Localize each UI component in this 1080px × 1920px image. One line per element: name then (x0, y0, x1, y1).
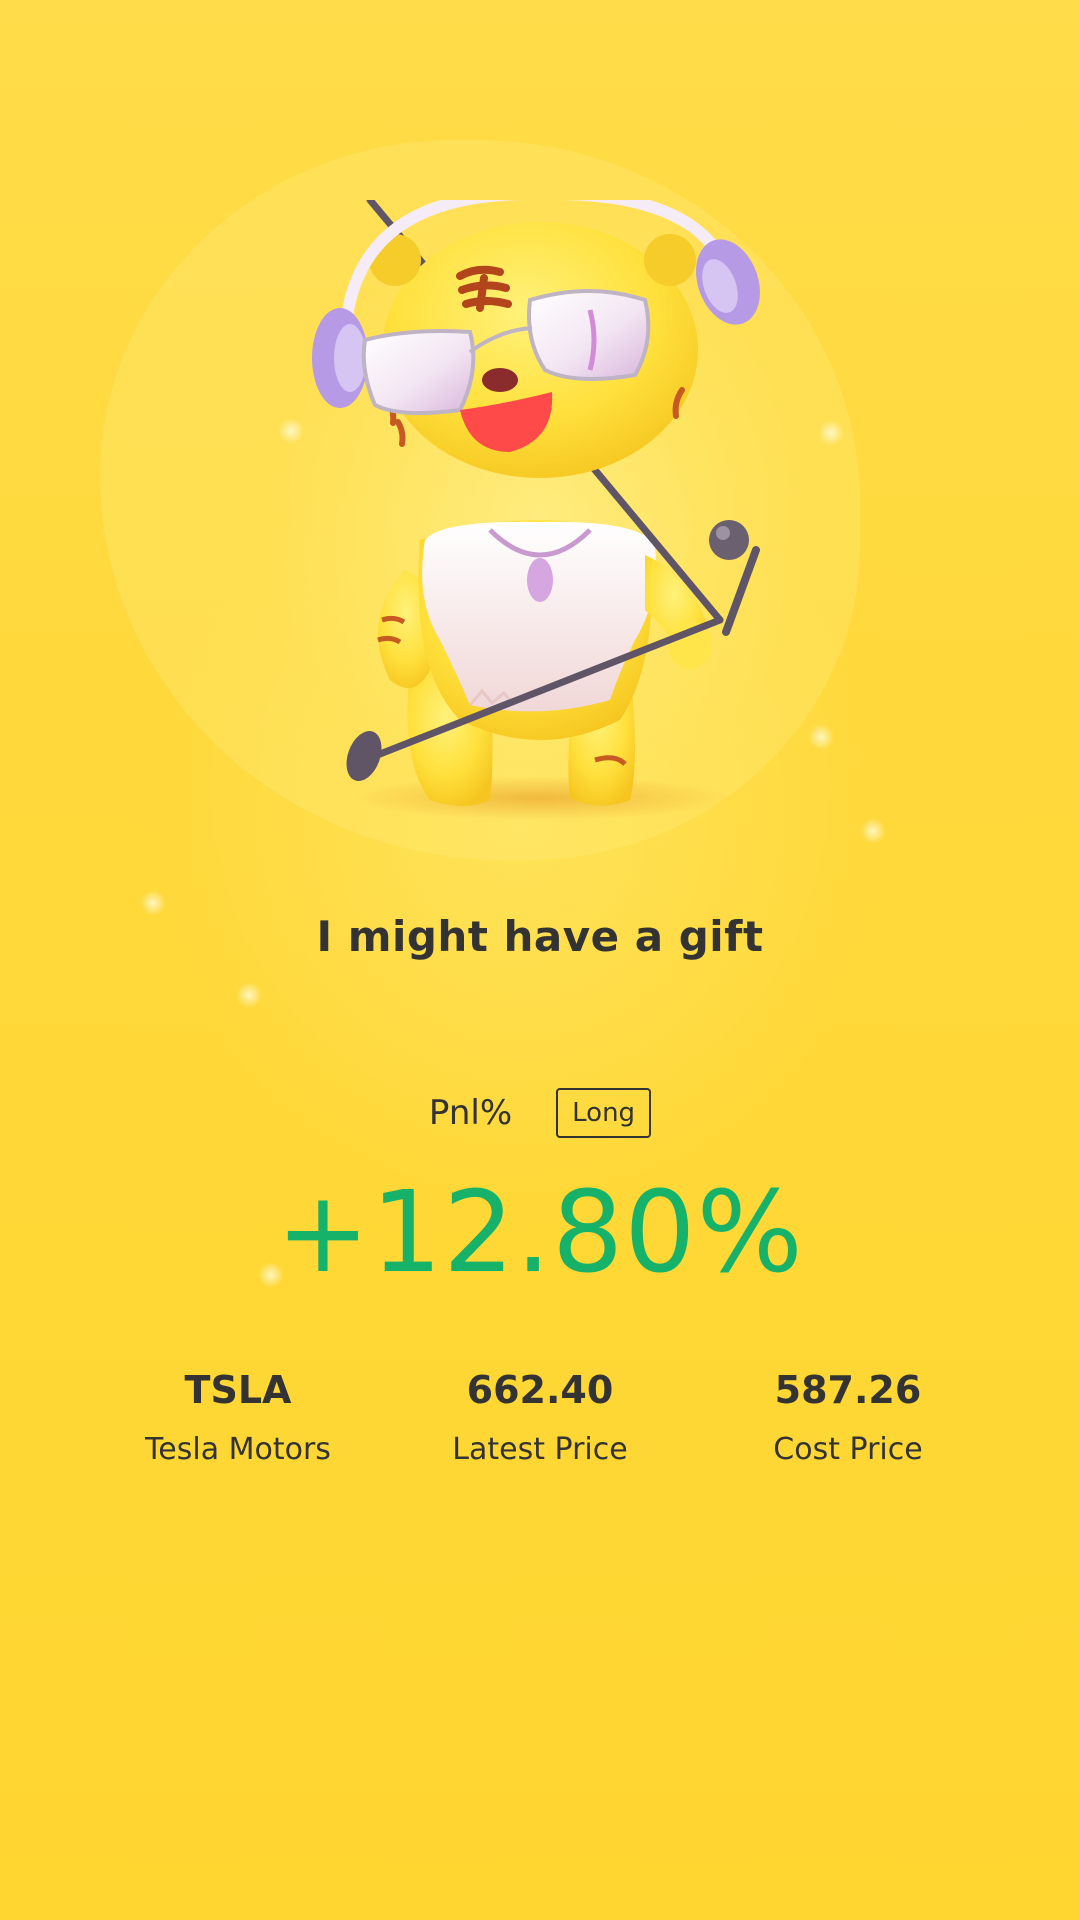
headline: I might have a gift (316, 912, 764, 961)
pnl-label: Pnl% (428, 1093, 513, 1133)
stock-stats-row: TSLA Tesla Motors 662.40 Latest Price 58… (0, 1366, 1080, 1496)
cost-price-value: 587.26 (774, 1368, 922, 1412)
latest-price-value: 662.40 (466, 1368, 614, 1412)
sparkle-decoration (808, 724, 834, 750)
pnl-percentage-value: +12.80% (276, 1168, 804, 1298)
share-card: I might have a gift Pnl% Long +12.80% TS… (0, 0, 1080, 1920)
sparkle-decoration (860, 818, 886, 844)
position-direction-badge: Long (556, 1088, 652, 1138)
sparkle-decoration (818, 420, 844, 446)
stat-latest-price: 662.40 Latest Price (390, 1366, 690, 1470)
stock-name: Tesla Motors (145, 1432, 331, 1467)
stat-cost-price: 587.26 Cost Price (698, 1366, 998, 1470)
stat-symbol: TSLA Tesla Motors (88, 1366, 388, 1470)
tiger-mascot-illustration (312, 200, 760, 820)
pnl-header-row: Pnl% Long (0, 1088, 1080, 1138)
cost-price-label: Cost Price (773, 1432, 923, 1467)
stock-symbol: TSLA (184, 1368, 292, 1412)
latest-price-label: Latest Price (452, 1432, 628, 1467)
sparkle-decoration (236, 982, 262, 1008)
